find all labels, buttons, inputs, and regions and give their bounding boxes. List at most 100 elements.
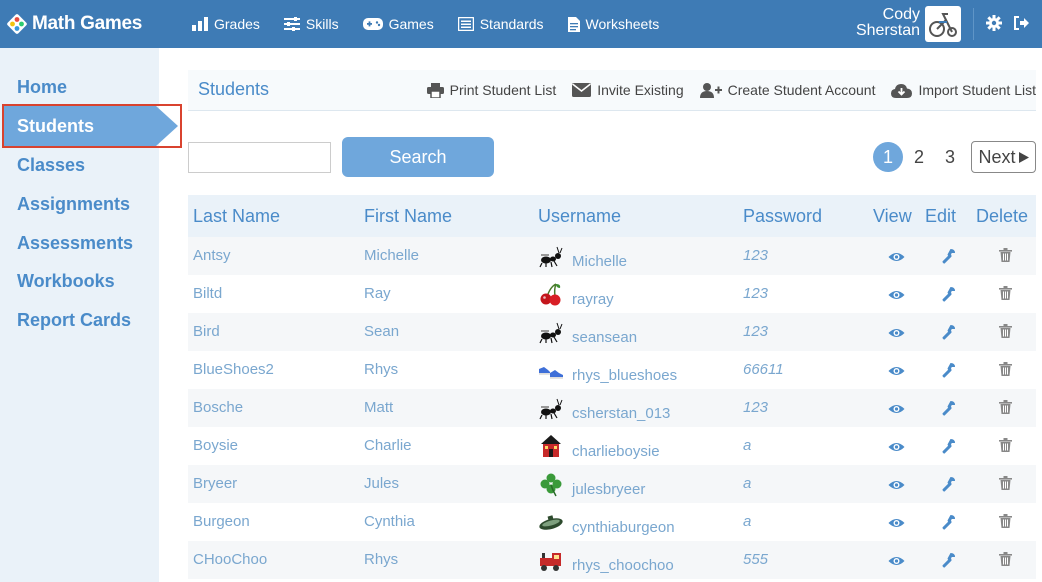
view-icon[interactable]	[888, 402, 905, 420]
first-name-cell: Rhys	[364, 551, 399, 568]
column-first-name[interactable]: First Name	[364, 206, 452, 227]
page-title: Students	[198, 79, 270, 99]
next-page-button[interactable]: Next	[971, 141, 1036, 173]
house-icon	[538, 433, 564, 459]
bar-chart-icon	[192, 17, 208, 31]
view-icon[interactable]	[888, 478, 905, 496]
sidebar-item-students[interactable]: Students	[2, 104, 182, 148]
ant-icon	[538, 319, 564, 345]
user-name[interactable]: Cody Sherstan	[856, 7, 920, 39]
view-icon[interactable]	[888, 288, 905, 306]
cherries-icon	[538, 281, 564, 307]
sidebar-item-assignments[interactable]: Assignments	[17, 194, 130, 215]
last-name-cell: Bird	[193, 323, 220, 340]
nav-grades[interactable]: Grades	[192, 16, 260, 32]
gear-icon[interactable]	[986, 15, 1002, 31]
table-row: Bryeer Jules julesbryeer a	[188, 465, 1036, 503]
trash-icon[interactable]	[999, 476, 1012, 495]
edit-wrench-icon[interactable]	[939, 514, 956, 536]
document-icon	[567, 16, 580, 32]
brand-logo[interactable]: Math Games	[6, 8, 142, 40]
username-cell: rhys_choochoo	[538, 547, 674, 574]
sidebar-item-home[interactable]: Home	[17, 77, 67, 98]
clover-icon	[538, 471, 564, 497]
first-name-cell: Michelle	[364, 247, 420, 264]
create-student-account-button[interactable]: Create Student Account	[699, 82, 875, 98]
sidebar-item-workbooks[interactable]: Workbooks	[17, 271, 115, 292]
trash-icon[interactable]	[999, 286, 1012, 305]
column-password[interactable]: Password	[743, 206, 822, 227]
nav-worksheets[interactable]: Worksheets	[567, 16, 659, 32]
view-icon[interactable]	[888, 250, 905, 268]
edit-wrench-icon[interactable]	[939, 324, 956, 346]
first-name-cell: Jules	[364, 475, 400, 492]
sidebar-item-report-cards[interactable]: Report Cards	[17, 310, 131, 331]
username-cell: rayray	[538, 281, 614, 308]
sidebar-item-classes[interactable]: Classes	[17, 155, 85, 176]
trash-icon[interactable]	[999, 438, 1012, 457]
page-2[interactable]: 2	[904, 142, 934, 172]
trash-icon[interactable]	[999, 362, 1012, 381]
username-cell: csherstan_013	[538, 395, 670, 422]
table-row: Bosche Matt csherstan_013 123	[188, 389, 1036, 427]
ant-icon	[538, 243, 564, 269]
top-navigation-bar: Math Games Grades Skills Games Standards…	[0, 0, 1042, 48]
search-input[interactable]	[188, 142, 331, 173]
edit-wrench-icon[interactable]	[939, 552, 956, 574]
trash-icon[interactable]	[999, 552, 1012, 571]
main-nav: Grades Skills Games Standards Worksheets	[192, 0, 683, 48]
username-cell: seansean	[538, 319, 637, 346]
first-name-cell: Charlie	[364, 437, 412, 454]
edit-wrench-icon[interactable]	[939, 400, 956, 422]
table-row: Antsy Michelle Michelle 123	[188, 237, 1036, 275]
trash-icon[interactable]	[999, 514, 1012, 533]
edit-wrench-icon[interactable]	[939, 476, 956, 498]
sidebar-item-assessments[interactable]: Assessments	[17, 233, 133, 254]
view-icon[interactable]	[888, 326, 905, 344]
column-edit: Edit	[925, 206, 957, 226]
search-button[interactable]: Search	[342, 137, 494, 177]
view-icon[interactable]	[888, 516, 905, 534]
nav-skills[interactable]: Skills	[283, 16, 339, 32]
first-name-cell: Ray	[364, 285, 391, 302]
triangle-right-icon	[1018, 151, 1029, 163]
cloud-download-icon	[891, 83, 913, 98]
user-avatar[interactable]	[925, 6, 961, 42]
password-cell: 123	[743, 399, 769, 416]
edit-wrench-icon[interactable]	[939, 248, 956, 270]
trash-icon[interactable]	[999, 324, 1012, 343]
trash-icon[interactable]	[999, 400, 1012, 419]
edit-wrench-icon[interactable]	[939, 438, 956, 460]
first-name-cell: Matt	[364, 399, 394, 416]
tricycle-icon	[929, 13, 957, 37]
view-icon[interactable]	[888, 554, 905, 572]
view-icon[interactable]	[888, 440, 905, 458]
table-header: Last Name First Name Username Password V…	[188, 195, 1036, 237]
password-cell: a	[743, 475, 752, 492]
shoes-icon	[538, 357, 564, 383]
first-name-cell: Sean	[364, 323, 400, 340]
printer-icon	[426, 82, 444, 98]
username-cell: julesbryeer	[538, 471, 645, 498]
logout-icon[interactable]	[1013, 15, 1029, 31]
logo-icon	[7, 14, 27, 34]
column-username[interactable]: Username	[538, 206, 621, 227]
password-cell: 123	[743, 285, 769, 302]
password-cell: 66611	[743, 361, 784, 378]
nav-games[interactable]: Games	[362, 16, 434, 32]
trash-icon[interactable]	[999, 248, 1012, 267]
envelope-icon	[572, 83, 592, 97]
edit-wrench-icon[interactable]	[939, 362, 956, 384]
view-icon[interactable]	[888, 364, 905, 382]
page-3[interactable]: 3	[935, 142, 965, 172]
print-student-list-button[interactable]: Print Student List	[426, 82, 556, 98]
page-1[interactable]: 1	[873, 142, 903, 172]
invite-existing-button[interactable]: Invite Existing	[572, 82, 684, 98]
edit-wrench-icon[interactable]	[939, 286, 956, 308]
submarine-icon	[538, 509, 564, 535]
username-cell: rhys_blueshoes	[538, 357, 677, 384]
import-student-list-button[interactable]: Import Student List	[891, 82, 1036, 98]
nav-standards[interactable]: Standards	[457, 16, 544, 32]
column-last-name[interactable]: Last Name	[193, 206, 280, 227]
gamepad-icon	[362, 18, 383, 30]
